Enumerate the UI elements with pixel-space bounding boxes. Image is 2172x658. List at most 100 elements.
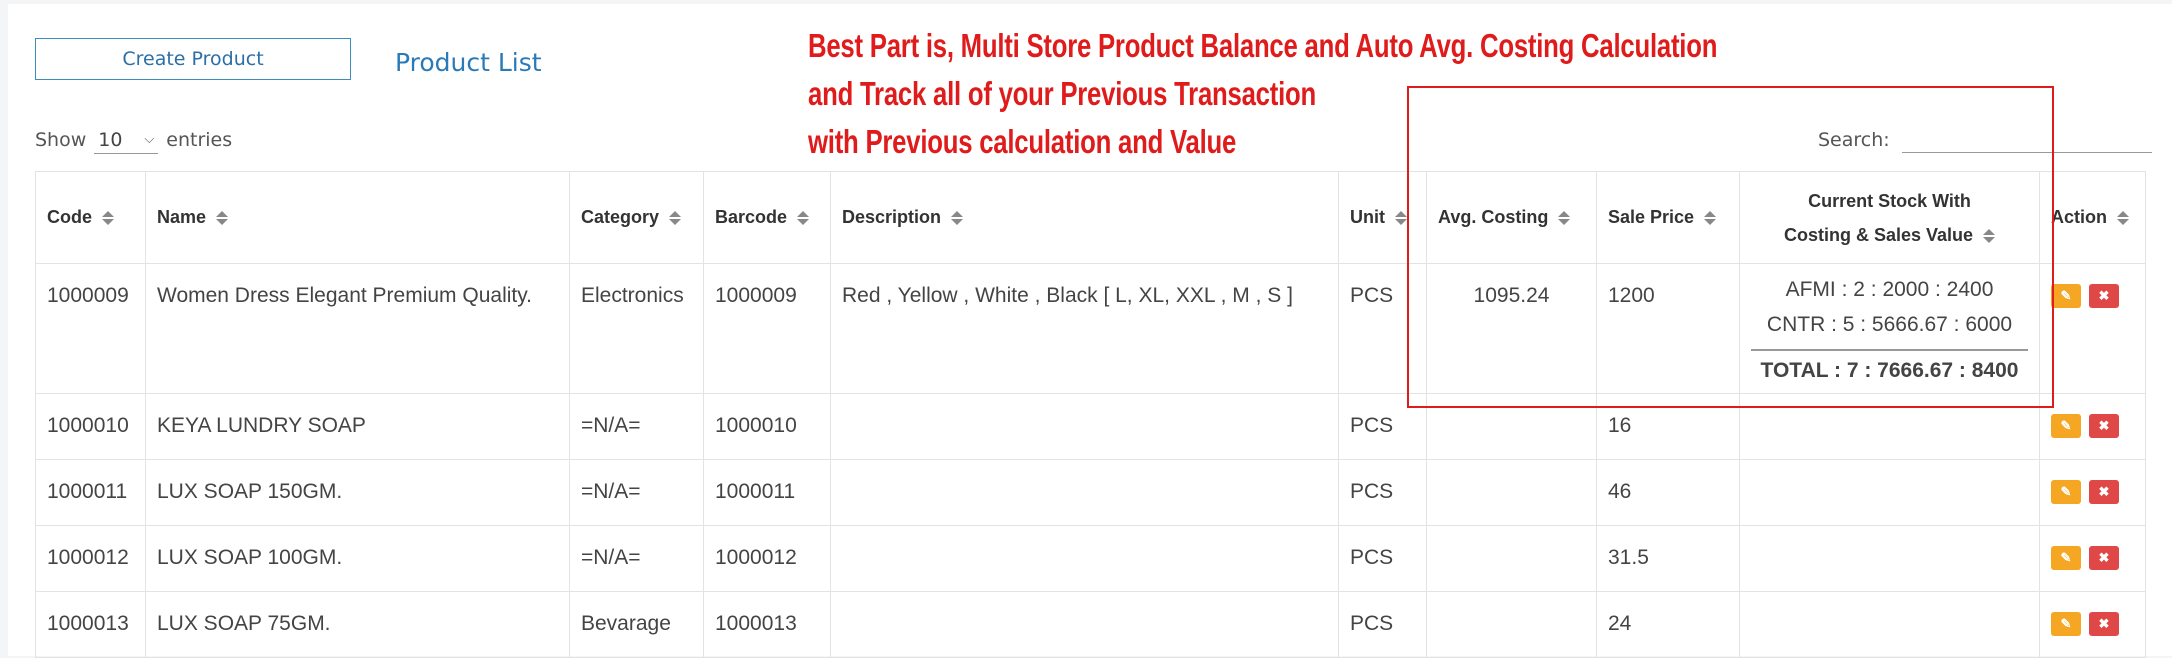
edit-icon[interactable]: ✎ [2051,284,2081,308]
promo-line-2: and Track all of your Previous Transacti… [808,75,1317,112]
col-name[interactable]: Name [145,171,570,264]
cell-description [830,525,1339,592]
cell-sale-price: 24 [1596,591,1740,658]
cell-action: ✎ ✖ [2039,459,2146,526]
promo-line-3: with Previous calculation and Value [808,123,1237,160]
sort-icon [1704,211,1717,226]
cell-barcode: 1000009 [703,263,831,394]
col-description[interactable]: Description [830,171,1339,264]
entries-label: entries [166,129,233,151]
cell-code: 1000010 [35,393,146,460]
search-label: Search: [1818,128,1890,151]
cell-code: 1000009 [35,263,146,394]
cell-barcode: 1000010 [703,393,831,460]
cell-sale-price: 1200 [1596,263,1740,394]
cell-category: Bevarage [569,591,704,658]
delete-icon[interactable]: ✖ [2089,414,2119,438]
cell-code: 1000013 [35,591,146,658]
edit-icon[interactable]: ✎ [2051,612,2081,636]
entries-length-control: Show 10 ⌵ entries [35,126,232,154]
stock-line-cntr: CNTR : 5 : 5666.67 : 6000 [1766,313,2013,336]
col-barcode[interactable]: Barcode [703,171,831,264]
delete-icon[interactable]: ✖ [2089,284,2119,308]
cell-category: =N/A= [569,525,704,592]
cell-action: ✎ ✖ [2039,525,2146,592]
sort-icon [102,211,114,226]
col-code[interactable]: Code [35,171,146,264]
entries-select[interactable]: 10 ⌵ [94,126,159,154]
cell-current-stock: AFMI : 2 : 2000 : 2400 CNTR : 5 : 5666.6… [1739,263,2040,394]
cell-name: LUX SOAP 100GM. [145,525,570,592]
table-row: 1000012 LUX SOAP 100GM. =N/A= 1000012 PC… [35,525,2146,592]
cell-category: =N/A= [569,459,704,526]
stock-line-afmi: AFMI : 2 : 2000 : 2400 [1785,278,1994,301]
cell-description [830,459,1339,526]
cell-description: Red , Yellow , White , Black [ L, XL, XX… [830,263,1339,394]
col-avg-costing[interactable]: Avg. Costing [1426,171,1597,264]
cell-current-stock [1739,393,2040,460]
show-label: Show [35,129,87,151]
cell-sale-price: 46 [1596,459,1740,526]
cell-action: ✎ ✖ [2039,393,2146,460]
cell-action: ✎ ✖ [2039,591,2146,658]
cell-category: Electronics [569,263,704,394]
cell-sale-price: 31.5 [1596,525,1740,592]
cell-barcode: 1000011 [703,459,831,526]
delete-icon[interactable]: ✖ [2089,480,2119,504]
cell-name: LUX SOAP 75GM. [145,591,570,658]
promo-annotation: Best Part is, Multi Store Product Balanc… [808,22,1717,166]
product-table: Code Name Category Barcode Description U… [35,171,2146,658]
cell-unit: PCS [1338,263,1427,394]
edit-icon[interactable]: ✎ [2051,546,2081,570]
promo-line-1: Best Part is, Multi Store Product Balanc… [808,27,1718,64]
cell-avg-costing [1426,525,1597,592]
chevron-down-icon: ⌵ [144,132,155,147]
cell-current-stock [1739,591,2040,658]
entries-select-value: 10 [98,128,123,151]
create-product-button[interactable]: Create Product [35,38,351,80]
sort-icon [216,211,229,226]
cell-sale-price: 16 [1596,393,1740,460]
cell-barcode: 1000013 [703,591,831,658]
sort-icon [669,211,682,226]
product-list-link[interactable]: Product List [395,48,542,77]
cell-unit: PCS [1338,591,1427,658]
search-input[interactable] [1901,126,2152,153]
col-current-stock[interactable]: Current Stock With Costing & Sales Value [1739,171,2040,264]
cell-avg-costing: 1095.24 [1426,263,1597,394]
search-control: Search: [1818,126,2152,153]
cell-code: 1000011 [35,459,146,526]
cell-current-stock [1739,525,2040,592]
cell-name: KEYA LUNDRY SOAP [145,393,570,460]
cell-unit: PCS [1338,393,1427,460]
stock-total: TOTAL : 7 : 7666.67 : 8400 [1751,349,2028,383]
table-row: 1000013 LUX SOAP 75GM. Bevarage 1000013 … [35,591,2146,658]
cell-name: Women Dress Elegant Premium Quality. [145,263,570,394]
col-unit[interactable]: Unit [1338,171,1427,264]
cell-unit: PCS [1338,525,1427,592]
delete-icon[interactable]: ✖ [2089,546,2119,570]
table-header-row: Code Name Category Barcode Description U… [35,171,2146,264]
delete-icon[interactable]: ✖ [2089,612,2119,636]
cell-action: ✎ ✖ [2039,263,2146,394]
cell-avg-costing [1426,393,1597,460]
sort-icon [2117,211,2129,226]
col-action: Action [2039,171,2146,264]
table-row: 1000011 LUX SOAP 150GM. =N/A= 1000011 PC… [35,459,2146,526]
cell-description [830,591,1339,658]
cell-avg-costing [1426,591,1597,658]
edit-icon[interactable]: ✎ [2051,414,2081,438]
table-row: 1000009 Women Dress Elegant Premium Qual… [35,263,2146,394]
cell-code: 1000012 [35,525,146,592]
sort-icon [1395,211,1407,226]
sort-icon [1558,211,1571,226]
cell-unit: PCS [1338,459,1427,526]
cell-barcode: 1000012 [703,525,831,592]
cell-category: =N/A= [569,393,704,460]
cell-name: LUX SOAP 150GM. [145,459,570,526]
table-row: 1000010 KEYA LUNDRY SOAP =N/A= 1000010 P… [35,393,2146,460]
col-category[interactable]: Category [569,171,704,264]
sort-icon [1983,228,1996,243]
edit-icon[interactable]: ✎ [2051,480,2081,504]
col-sale-price[interactable]: Sale Price [1596,171,1740,264]
